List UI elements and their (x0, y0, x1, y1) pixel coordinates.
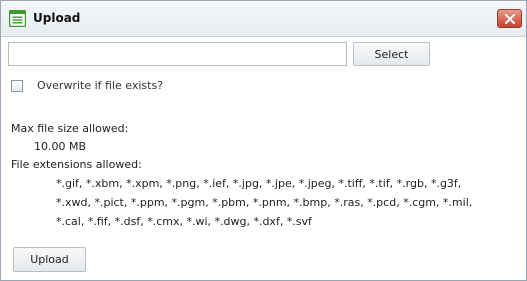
extensions-line: *.cal, *.fif, *.dsf, *.cmx, *.wi, *.dwg,… (56, 215, 312, 228)
dialog-title: Upload (33, 11, 81, 25)
upload-button[interactable]: Upload (13, 247, 86, 272)
upload-dialog: Upload Select Overwrite if file exists? … (0, 0, 527, 281)
file-path-input[interactable] (8, 42, 347, 66)
close-icon (505, 14, 515, 24)
extensions-line: *.xwd, *.pict, *.ppm, *.pgm, *.pbm, *.pn… (56, 196, 473, 209)
title-bar: Upload (1, 1, 526, 37)
max-size-value: 10.00 MB (34, 140, 87, 153)
close-button[interactable] (497, 9, 522, 28)
overwrite-checkbox[interactable] (11, 80, 23, 92)
extensions-line: *.gif, *.xbm, *.xpm, *.png, *.ief, *.jpg… (56, 177, 462, 190)
select-button[interactable]: Select (353, 42, 430, 66)
extensions-heading: File extensions allowed: (11, 158, 142, 171)
document-list-icon (8, 9, 27, 28)
max-size-heading: Max file size allowed: (11, 122, 129, 135)
overwrite-label: Overwrite if file exists? (37, 79, 164, 92)
